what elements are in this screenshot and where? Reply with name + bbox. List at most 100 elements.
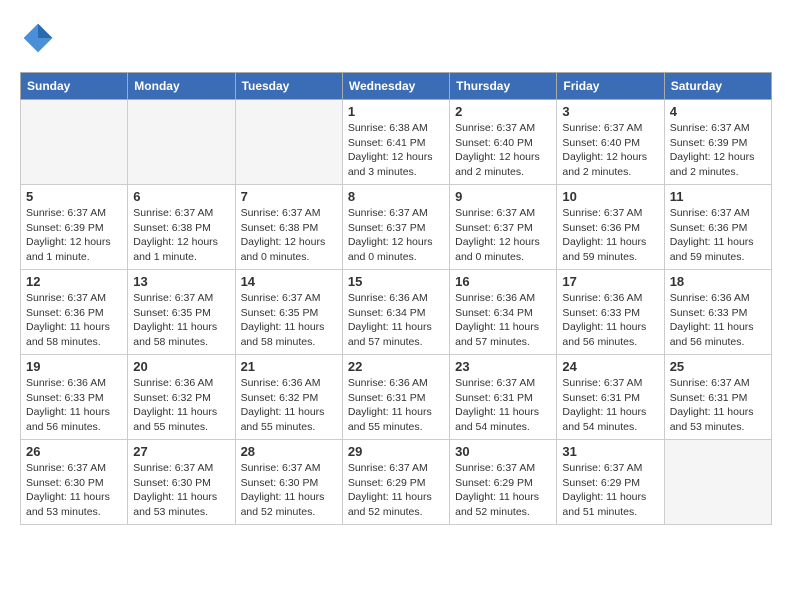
calendar-week-row: 12 Sunrise: 6:37 AM Sunset: 6:36 PM Dayli… (21, 270, 772, 355)
day-info: Sunrise: 6:37 AM Sunset: 6:40 PM Dayligh… (455, 121, 551, 180)
calendar-cell: 1 Sunrise: 6:38 AM Sunset: 6:41 PM Daylig… (342, 100, 449, 185)
day-number: 2 (455, 104, 551, 119)
day-number: 8 (348, 189, 444, 204)
calendar-cell: 17Sunrise: 6:36 AM Sunset: 6:33 PM Dayli… (557, 270, 664, 355)
day-info: Sunrise: 6:37 AM Sunset: 6:38 PM Dayligh… (241, 206, 337, 265)
day-info: Sunrise: 6:37 AM Sunset: 6:30 PM Dayligh… (26, 461, 122, 520)
calendar-cell (664, 440, 771, 525)
calendar-cell: 15 Sunrise: 6:36 AM Sunset: 6:34 PM Dayli… (342, 270, 449, 355)
day-number: 20 (133, 359, 229, 374)
logo (20, 20, 62, 56)
day-info: Sunrise: 6:37 AM Sunset: 6:35 PM Dayligh… (241, 291, 337, 350)
calendar-cell: 20 Sunrise: 6:36 AM Sunset: 6:32 PM Dayli… (128, 355, 235, 440)
day-info: Sunrise: 6:37 AM Sunset: 6:39 PM Dayligh… (26, 206, 122, 265)
day-number: 13 (133, 274, 229, 289)
day-number: 3 (562, 104, 658, 119)
day-number: 5 (26, 189, 122, 204)
day-number: 19 (26, 359, 122, 374)
day-info: Sunrise: 6:37 AM Sunset: 6:35 PM Dayligh… (133, 291, 229, 350)
calendar-cell: 19 Sunrise: 6:36 AM Sunset: 6:33 PM Dayli… (21, 355, 128, 440)
calendar-cell: 3 Sunrise: 6:37 AM Sunset: 6:40 PM Daylig… (557, 100, 664, 185)
day-number: 1 (348, 104, 444, 119)
weekday-header: Thursday (450, 73, 557, 100)
day-info: Sunrise: 6:37 AM Sunset: 6:37 PM Dayligh… (455, 206, 551, 265)
weekday-header: Wednesday (342, 73, 449, 100)
day-number: 9 (455, 189, 551, 204)
day-number: 30 (455, 444, 551, 459)
day-number: 25 (670, 359, 766, 374)
weekday-header: Friday (557, 73, 664, 100)
day-info: Sunrise: 6:36 AM Sunset: 6:34 PM Dayligh… (455, 291, 551, 350)
day-number: 6 (133, 189, 229, 204)
day-number: 27 (133, 444, 229, 459)
calendar-cell: 18 Sunrise: 6:36 AM Sunset: 6:33 PM Dayli… (664, 270, 771, 355)
calendar-week-row: 19 Sunrise: 6:36 AM Sunset: 6:33 PM Dayli… (21, 355, 772, 440)
day-number: 21 (241, 359, 337, 374)
day-number: 10 (562, 189, 658, 204)
day-info: Sunrise: 6:37 AM Sunset: 6:31 PM Dayligh… (670, 376, 766, 435)
day-number: 18 (670, 274, 766, 289)
calendar-week-row: 1 Sunrise: 6:38 AM Sunset: 6:41 PM Daylig… (21, 100, 772, 185)
calendar-cell: 4 Sunrise: 6:37 AM Sunset: 6:39 PM Daylig… (664, 100, 771, 185)
day-info: Sunrise: 6:36 AM Sunset: 6:33 PM Dayligh… (670, 291, 766, 350)
day-number: 16 (455, 274, 551, 289)
calendar-header-row: SundayMondayTuesdayWednesdayThursdayFrid… (21, 73, 772, 100)
day-number: 7 (241, 189, 337, 204)
day-info: Sunrise: 6:36 AM Sunset: 6:34 PM Dayligh… (348, 291, 444, 350)
day-info: Sunrise: 6:37 AM Sunset: 6:29 PM Dayligh… (562, 461, 658, 520)
calendar-week-row: 26 Sunrise: 6:37 AM Sunset: 6:30 PM Dayli… (21, 440, 772, 525)
calendar-cell: 10 Sunrise: 6:37 AM Sunset: 6:36 PM Dayli… (557, 185, 664, 270)
day-info: Sunrise: 6:37 AM Sunset: 6:29 PM Dayligh… (455, 461, 551, 520)
day-number: 12 (26, 274, 122, 289)
calendar-cell: 13 Sunrise: 6:37 AM Sunset: 6:35 PM Dayli… (128, 270, 235, 355)
day-info: Sunrise: 6:37 AM Sunset: 6:37 PM Dayligh… (348, 206, 444, 265)
day-info: Sunrise: 6:36 AM Sunset: 6:32 PM Dayligh… (241, 376, 337, 435)
day-number: 15 (348, 274, 444, 289)
calendar-cell: 29Sunrise: 6:37 AM Sunset: 6:29 PM Dayli… (342, 440, 449, 525)
day-number: 17 (562, 274, 658, 289)
calendar-cell: 27 Sunrise: 6:37 AM Sunset: 6:30 PM Dayli… (128, 440, 235, 525)
day-number: 28 (241, 444, 337, 459)
day-number: 23 (455, 359, 551, 374)
calendar-cell: 11 Sunrise: 6:37 AM Sunset: 6:36 PM Dayli… (664, 185, 771, 270)
calendar-cell: 23 Sunrise: 6:37 AM Sunset: 6:31 PM Dayli… (450, 355, 557, 440)
calendar-cell: 21 Sunrise: 6:36 AM Sunset: 6:32 PM Dayli… (235, 355, 342, 440)
calendar-cell: 16 Sunrise: 6:36 AM Sunset: 6:34 PM Dayli… (450, 270, 557, 355)
day-info: Sunrise: 6:37 AM Sunset: 6:38 PM Dayligh… (133, 206, 229, 265)
calendar-cell (21, 100, 128, 185)
calendar-cell: 31Sunrise: 6:37 AM Sunset: 6:29 PM Dayli… (557, 440, 664, 525)
day-info: Sunrise: 6:36 AM Sunset: 6:33 PM Dayligh… (26, 376, 122, 435)
calendar-cell: 9 Sunrise: 6:37 AM Sunset: 6:37 PM Daylig… (450, 185, 557, 270)
calendar-cell: 22Sunrise: 6:36 AM Sunset: 6:31 PM Dayli… (342, 355, 449, 440)
day-number: 11 (670, 189, 766, 204)
page-header (20, 20, 772, 56)
calendar-cell: 28Sunrise: 6:37 AM Sunset: 6:30 PM Dayli… (235, 440, 342, 525)
day-number: 14 (241, 274, 337, 289)
day-number: 22 (348, 359, 444, 374)
calendar-cell (235, 100, 342, 185)
calendar-table: SundayMondayTuesdayWednesdayThursdayFrid… (20, 72, 772, 525)
calendar-cell: 26 Sunrise: 6:37 AM Sunset: 6:30 PM Dayli… (21, 440, 128, 525)
day-number: 4 (670, 104, 766, 119)
day-info: Sunrise: 6:37 AM Sunset: 6:36 PM Dayligh… (670, 206, 766, 265)
day-info: Sunrise: 6:37 AM Sunset: 6:29 PM Dayligh… (348, 461, 444, 520)
day-info: Sunrise: 6:38 AM Sunset: 6:41 PM Dayligh… (348, 121, 444, 180)
calendar-cell: 14 Sunrise: 6:37 AM Sunset: 6:35 PM Dayli… (235, 270, 342, 355)
day-info: Sunrise: 6:37 AM Sunset: 6:36 PM Dayligh… (562, 206, 658, 265)
day-info: Sunrise: 6:36 AM Sunset: 6:32 PM Dayligh… (133, 376, 229, 435)
day-info: Sunrise: 6:37 AM Sunset: 6:40 PM Dayligh… (562, 121, 658, 180)
calendar-cell: 30 Sunrise: 6:37 AM Sunset: 6:29 PM Dayli… (450, 440, 557, 525)
day-info: Sunrise: 6:37 AM Sunset: 6:30 PM Dayligh… (133, 461, 229, 520)
day-info: Sunrise: 6:37 AM Sunset: 6:36 PM Dayligh… (26, 291, 122, 350)
calendar-cell: 6 Sunrise: 6:37 AM Sunset: 6:38 PM Daylig… (128, 185, 235, 270)
calendar-cell: 7 Sunrise: 6:37 AM Sunset: 6:38 PM Daylig… (235, 185, 342, 270)
day-info: Sunrise: 6:37 AM Sunset: 6:31 PM Dayligh… (455, 376, 551, 435)
day-info: Sunrise: 6:37 AM Sunset: 6:31 PM Dayligh… (562, 376, 658, 435)
day-info: Sunrise: 6:37 AM Sunset: 6:39 PM Dayligh… (670, 121, 766, 180)
calendar-cell: 5 Sunrise: 6:37 AM Sunset: 6:39 PM Daylig… (21, 185, 128, 270)
weekday-header: Tuesday (235, 73, 342, 100)
calendar-cell (128, 100, 235, 185)
calendar-cell: 25 Sunrise: 6:37 AM Sunset: 6:31 PM Dayli… (664, 355, 771, 440)
weekday-header: Monday (128, 73, 235, 100)
day-number: 26 (26, 444, 122, 459)
